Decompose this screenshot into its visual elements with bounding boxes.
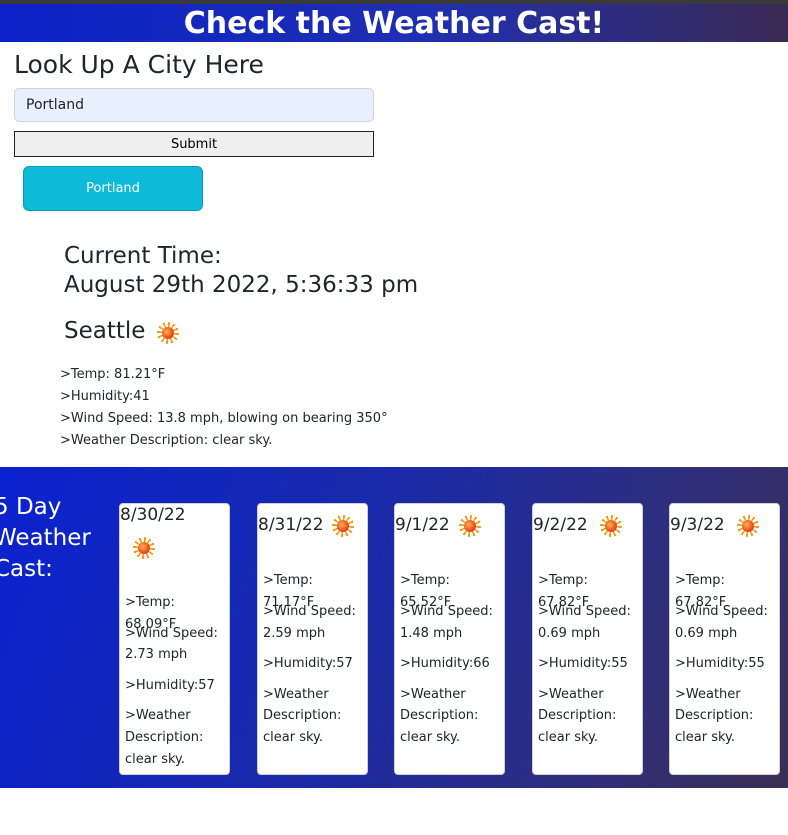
forecast-humidity: >Humidity:55	[538, 656, 628, 671]
forecast-desc-label: >Weather	[125, 708, 191, 723]
forecast-title: 5 Day Weather Cast:	[0, 492, 104, 585]
forecast-desc-value: clear sky.	[675, 730, 736, 745]
city-search-input[interactable]	[14, 88, 374, 122]
forecast-desc-label: >Weather	[538, 687, 604, 702]
forecast-desc-label: >Weather	[400, 687, 466, 702]
forecast-wind-label: >Wind Speed:	[675, 604, 768, 619]
current-time-label: Current Time:	[64, 243, 222, 269]
forecast-wind-label: >Wind Speed:	[125, 626, 218, 641]
forecast-wind-value: 2.59 mph	[263, 626, 326, 641]
submit-button[interactable]: Submit	[14, 131, 374, 157]
forecast-title-line: Cast:	[0, 556, 53, 582]
forecast-wind-value: 0.69 mph	[675, 626, 738, 641]
sun-icon	[157, 322, 180, 344]
sun-icon	[737, 515, 759, 537]
forecast-desc-value: clear sky.	[125, 752, 186, 767]
forecast-title-line: Weather	[0, 525, 91, 551]
current-humidity: >Humidity:41	[60, 389, 150, 404]
forecast-desc-label: >Weather	[263, 687, 329, 702]
current-time-value: August 29th 2022, 5:36:33 pm	[64, 272, 419, 298]
forecast-desc-value: clear sky.	[400, 730, 461, 745]
sun-icon	[133, 537, 155, 559]
forecast-card: 9/1/22 >Temp: 65.52°F >Wind Speed: 1.48 …	[394, 503, 505, 775]
forecast-desc-mid: Description:	[400, 708, 479, 723]
forecast-card: 8/31/22 >Temp: 71.17°F >Wind Speed: 2.59…	[257, 503, 368, 775]
forecast-desc-value: clear sky.	[263, 730, 324, 745]
sun-icon	[600, 515, 622, 537]
forecast-date: 8/31/22	[258, 515, 324, 535]
forecast-humidity: >Humidity:57	[263, 656, 353, 671]
sun-icon	[332, 515, 354, 537]
current-time: Current Time: August 29th 2022, 5:36:33 …	[64, 242, 418, 300]
forecast-humidity: >Humidity:66	[400, 656, 490, 671]
page-header: Check the Weather Cast!	[0, 4, 788, 42]
forecast-wind-label: >Wind Speed:	[400, 604, 493, 619]
forecast-desc-value: clear sky.	[538, 730, 599, 745]
current-temp: >Temp: 81.21°F	[60, 367, 166, 382]
current-description: >Weather Description: clear sky.	[60, 433, 273, 448]
current-city-row: Seattle	[64, 318, 180, 344]
forecast-wind-label: >Wind Speed:	[538, 604, 631, 619]
forecast-wind-value: 1.48 mph	[400, 626, 463, 641]
forecast-wind-value: 2.73 mph	[125, 647, 188, 662]
forecast-wind-label: >Wind Speed:	[263, 604, 356, 619]
current-city-name: Seattle	[64, 318, 146, 344]
forecast-date: 9/3/22	[670, 515, 725, 535]
sun-icon	[459, 515, 481, 537]
search-heading: Look Up A City Here	[14, 50, 264, 79]
forecast-desc-mid: Description:	[538, 708, 617, 723]
current-weather-list: >Temp: 81.21°F >Humidity:41 >Wind Speed:…	[60, 364, 388, 452]
forecast-title-line: 5 Day	[0, 494, 62, 520]
forecast-card: 9/2/22 >Temp: 67.82°F >Wind Speed: 0.69 …	[532, 503, 643, 775]
forecast-desc-mid: Description:	[675, 708, 754, 723]
forecast-card: 9/3/22 >Temp: 67.82°F >Wind Speed: 0.69 …	[669, 503, 780, 775]
forecast-date: 8/30/22	[120, 505, 186, 525]
forecast-desc-label: >Weather	[675, 687, 741, 702]
forecast-date: 9/1/22	[395, 515, 450, 535]
forecast-card: 8/30/22 >Temp: 68.09°F >Wind Speed: 2.73…	[119, 503, 230, 775]
forecast-date: 9/2/22	[533, 515, 588, 535]
history-city-button[interactable]: Portland	[23, 166, 203, 211]
forecast-wind-value: 0.69 mph	[538, 626, 601, 641]
forecast-humidity: >Humidity:55	[675, 656, 765, 671]
forecast-humidity: >Humidity:57	[125, 678, 215, 693]
forecast-desc-mid: Description:	[125, 730, 204, 745]
current-wind: >Wind Speed: 13.8 mph, blowing on bearin…	[60, 411, 388, 426]
forecast-desc-mid: Description:	[263, 708, 342, 723]
